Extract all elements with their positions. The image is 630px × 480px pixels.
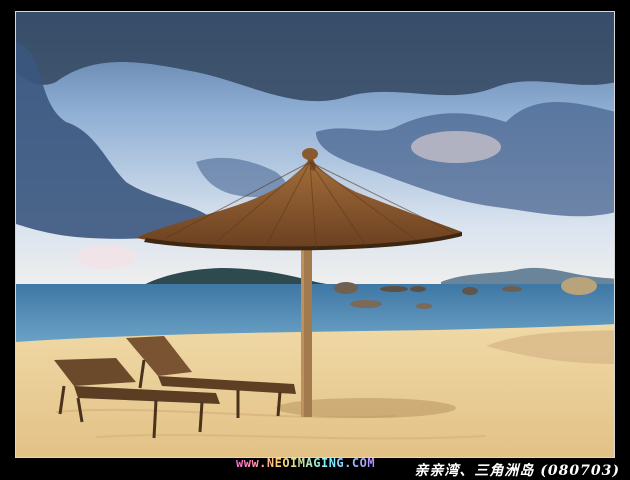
cloud-pink (76, 245, 136, 269)
photo-caption: 亲亲湾、三角洲岛 (080703) (414, 463, 620, 479)
website-watermark: www.NEOIMAGING.COM (236, 456, 376, 470)
cloud-bright (411, 131, 501, 163)
beach-photo (15, 11, 615, 458)
